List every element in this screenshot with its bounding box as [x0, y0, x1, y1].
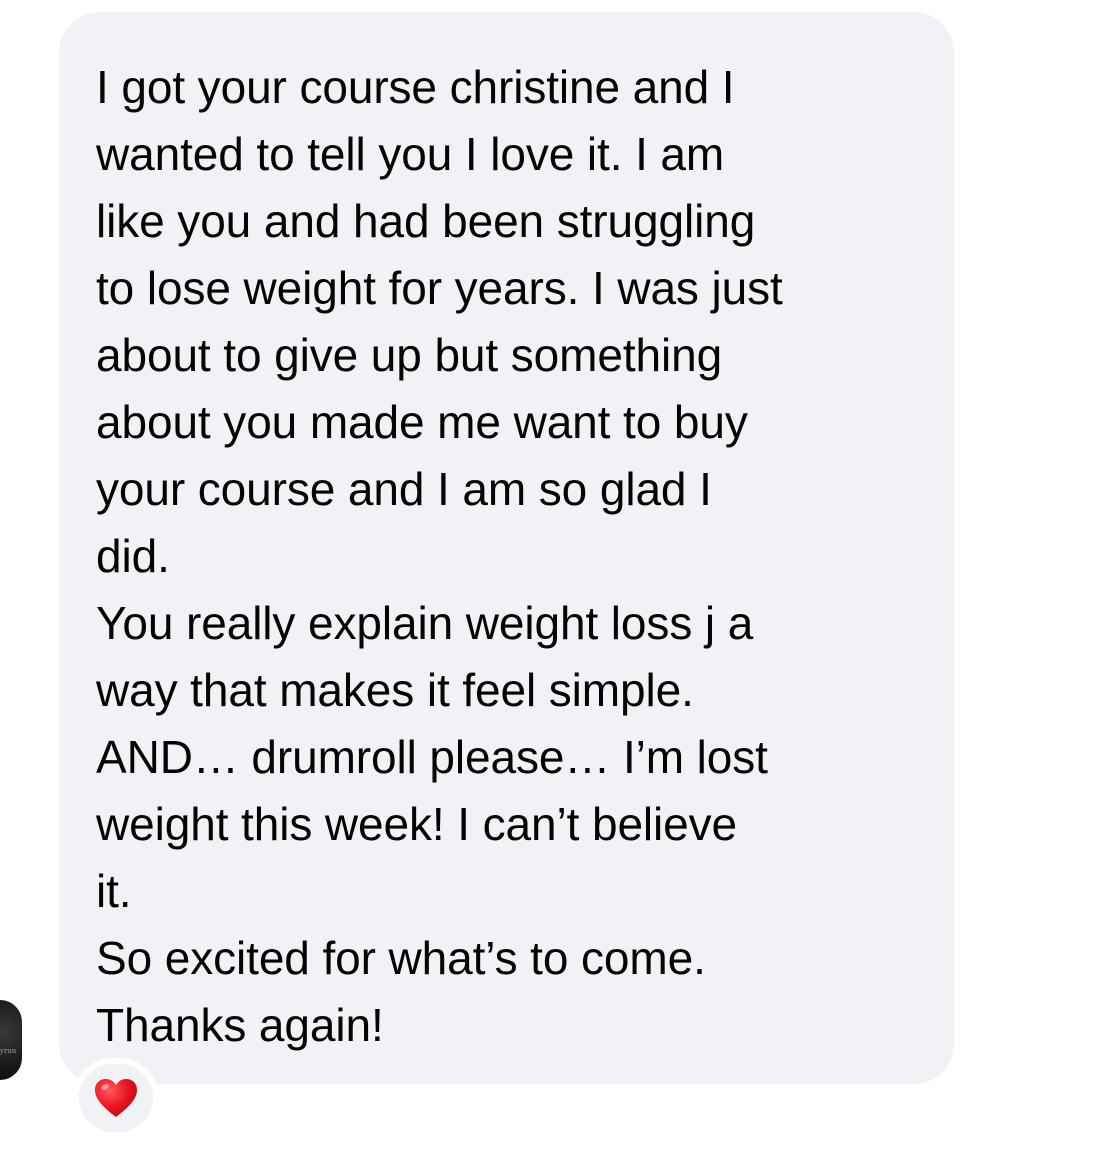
message-line: about to give up but something — [96, 329, 723, 381]
message-line: to lose weight for years. I was just — [96, 262, 783, 314]
message-line: did. — [96, 530, 170, 582]
message-line: wanted to tell you I love it. I am — [96, 128, 725, 180]
message-line: it. — [96, 865, 132, 917]
message-line: I got your course christine and I — [96, 61, 735, 113]
message-line: like you and had been struggling — [96, 195, 756, 247]
message-line: AND… drumroll please… I’m lost — [96, 731, 768, 783]
sender-avatar[interactable]: yrun — [0, 1000, 22, 1080]
message-line: You really explain weight loss j a — [96, 597, 754, 649]
message-line: your course and I am so glad I — [96, 463, 712, 515]
message-bubble[interactable]: I got your course christine and I wanted… — [59, 12, 954, 1084]
message-text: I got your course christine and I wanted… — [96, 54, 914, 1059]
message-line: weight this week! I can’t believe — [96, 798, 738, 850]
red-heart-icon — [95, 1079, 137, 1117]
message-line: way that makes it feel simple. — [96, 664, 694, 716]
message-line: Thanks again! — [96, 999, 384, 1051]
reaction-badge[interactable] — [73, 1058, 159, 1138]
avatar-text: yrun — [0, 1047, 17, 1055]
message-line: So excited for what’s to come. — [96, 932, 706, 984]
message-line: about you made me want to buy — [96, 396, 748, 448]
